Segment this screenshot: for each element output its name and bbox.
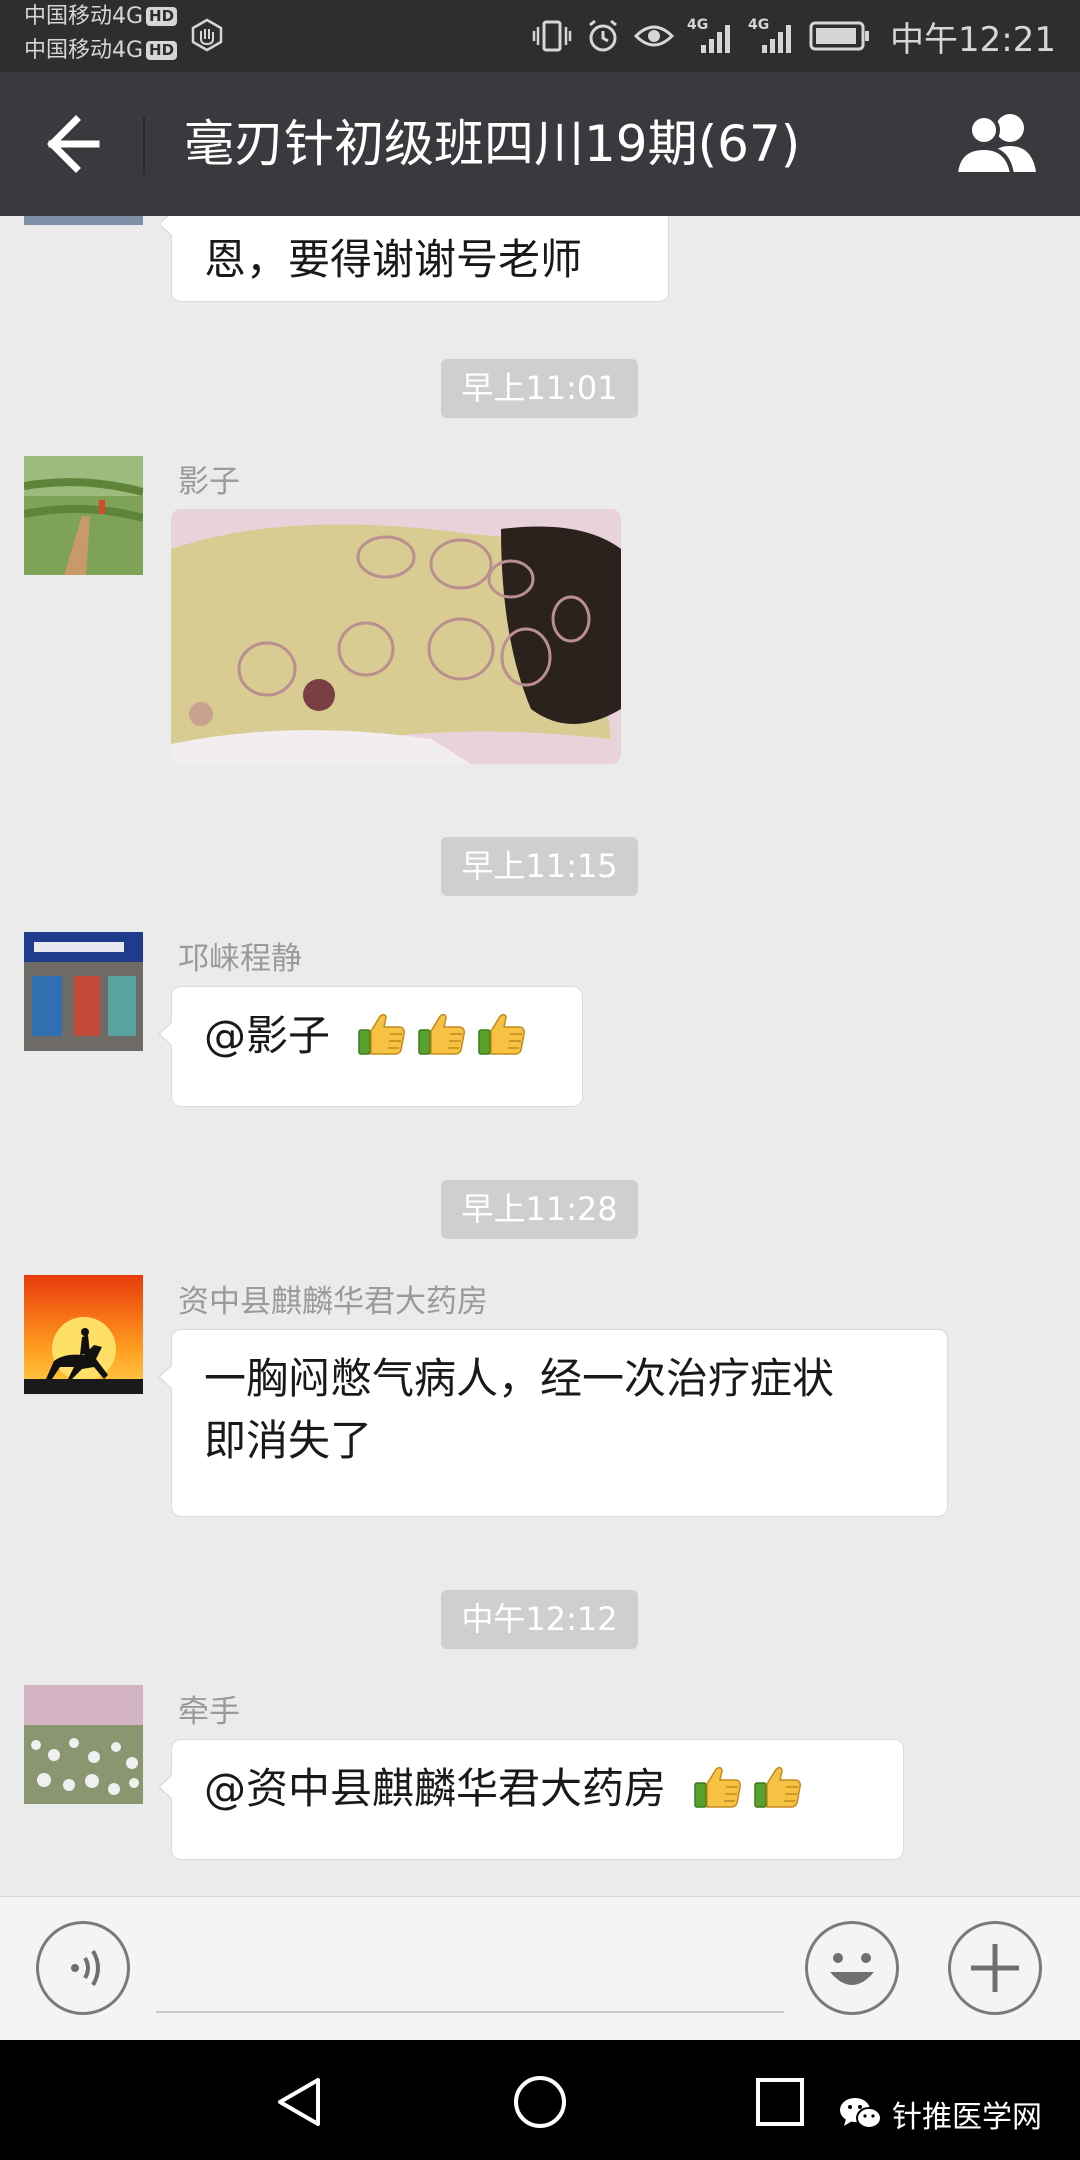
carrier-1-label: 中国移动4G [24,4,144,29]
message-text-line-2: 即消失了 [204,1416,373,1465]
thumbs-up-emoji [356,1006,408,1058]
smiley-icon [830,1953,874,1985]
square-recent-icon [756,2078,804,2126]
title-divider [143,116,145,174]
sender-name: 资中县麒麟华君大药房 [178,1284,488,1320]
carrier-1: 中国移动4G HD [24,4,178,30]
triangle-back-icon [278,2078,320,2126]
hd-badge: HD [146,7,178,26]
watermark: 针推医学网 [838,2092,1042,2136]
carrier-2-label: 中国移动4G [24,38,144,63]
message-text: @影子 [204,1011,331,1060]
input-bar [0,1896,1080,2040]
status-icons: 4G 4G 中午12:21 [532,0,1056,72]
thumbs-up-emoji [476,1006,528,1058]
timestamp: 中午12:12 [441,1590,638,1649]
timestamp: 早上11:15 [441,837,638,896]
avatar[interactable] [24,216,143,225]
thumbs-up-emoji [692,1759,744,1811]
avatar[interactable] [24,932,143,1051]
status-bar: 中国移动4G HD 中国移动4G HD 4G 4G 中午12:21 [0,0,1080,72]
back-button[interactable] [36,112,106,176]
sender-name: 邛崃程静 [178,941,302,977]
thumbs-up-emoji [752,1759,804,1811]
timestamp: 早上11:01 [441,359,638,418]
wechat-icon [840,2098,882,2129]
voice-button[interactable] [36,1921,130,2015]
emoji-button[interactable] [805,1921,899,2015]
message-bubble[interactable]: @资中县麒麟华君大药房 [158,1739,904,1860]
watermark-text: 针推医学网 [892,2100,1042,2135]
thumbs-up-emoji [416,1006,468,1058]
circle-home-icon [514,2076,566,2128]
more-button[interactable] [948,1921,1042,2015]
eye-icon [634,25,675,47]
avatar[interactable] [24,1275,143,1394]
plus-icon [971,1944,1019,1992]
vibrate-icon [532,20,572,52]
chat-messages[interactable]: 恩，要得谢谢号老师 早上11:01 影子 早上11:15 邛崃程静 @影子 早上… [0,216,1080,1896]
status-time: 中午12:21 [890,19,1056,60]
voice-icon [71,1949,100,1987]
image-message[interactable] [171,509,621,764]
alarm-icon [589,19,617,52]
message-input[interactable] [156,1937,784,2013]
group-members-button[interactable] [952,110,1040,178]
nav-home-button[interactable] [510,2072,570,2132]
sender-name: 影子 [178,464,240,500]
signal-icon-1: 4G [687,17,735,53]
group-icon [953,114,1036,176]
avatar[interactable] [24,1685,143,1804]
message-bubble[interactable]: @影子 [158,986,583,1107]
message-text-line-1: 一胸闷憋气病人，经一次治疗症状 [204,1354,835,1403]
message-bubble[interactable]: 恩，要得谢谢号老师 [158,216,669,302]
carrier-2: 中国移动4G HD [24,38,178,64]
timestamp: 早上11:28 [441,1180,638,1239]
message-text: 恩，要得谢谢号老师 [204,235,583,284]
message-bubble[interactable]: 一胸闷憋气病人，经一次治疗症状 即消失了 [158,1329,948,1517]
message-text: @资中县麒麟华君大药房 [204,1764,667,1813]
title-bar: 毫刃针初级班四川19期(67) [0,72,1080,216]
arrow-left-icon [47,115,100,173]
signal-icon-2: 4G [748,17,796,53]
hand-icon [191,18,223,52]
battery-icon [809,21,870,51]
system-nav-bar: 针推医学网 [0,2040,1080,2160]
nav-recent-button[interactable] [750,2072,810,2132]
chat-title: 毫刃针初级班四川19期(67) [184,115,801,173]
nav-back-button[interactable] [270,2072,330,2132]
hd-badge-2: HD [146,41,178,60]
avatar[interactable] [24,456,143,575]
sender-name: 牵手 [178,1694,240,1730]
